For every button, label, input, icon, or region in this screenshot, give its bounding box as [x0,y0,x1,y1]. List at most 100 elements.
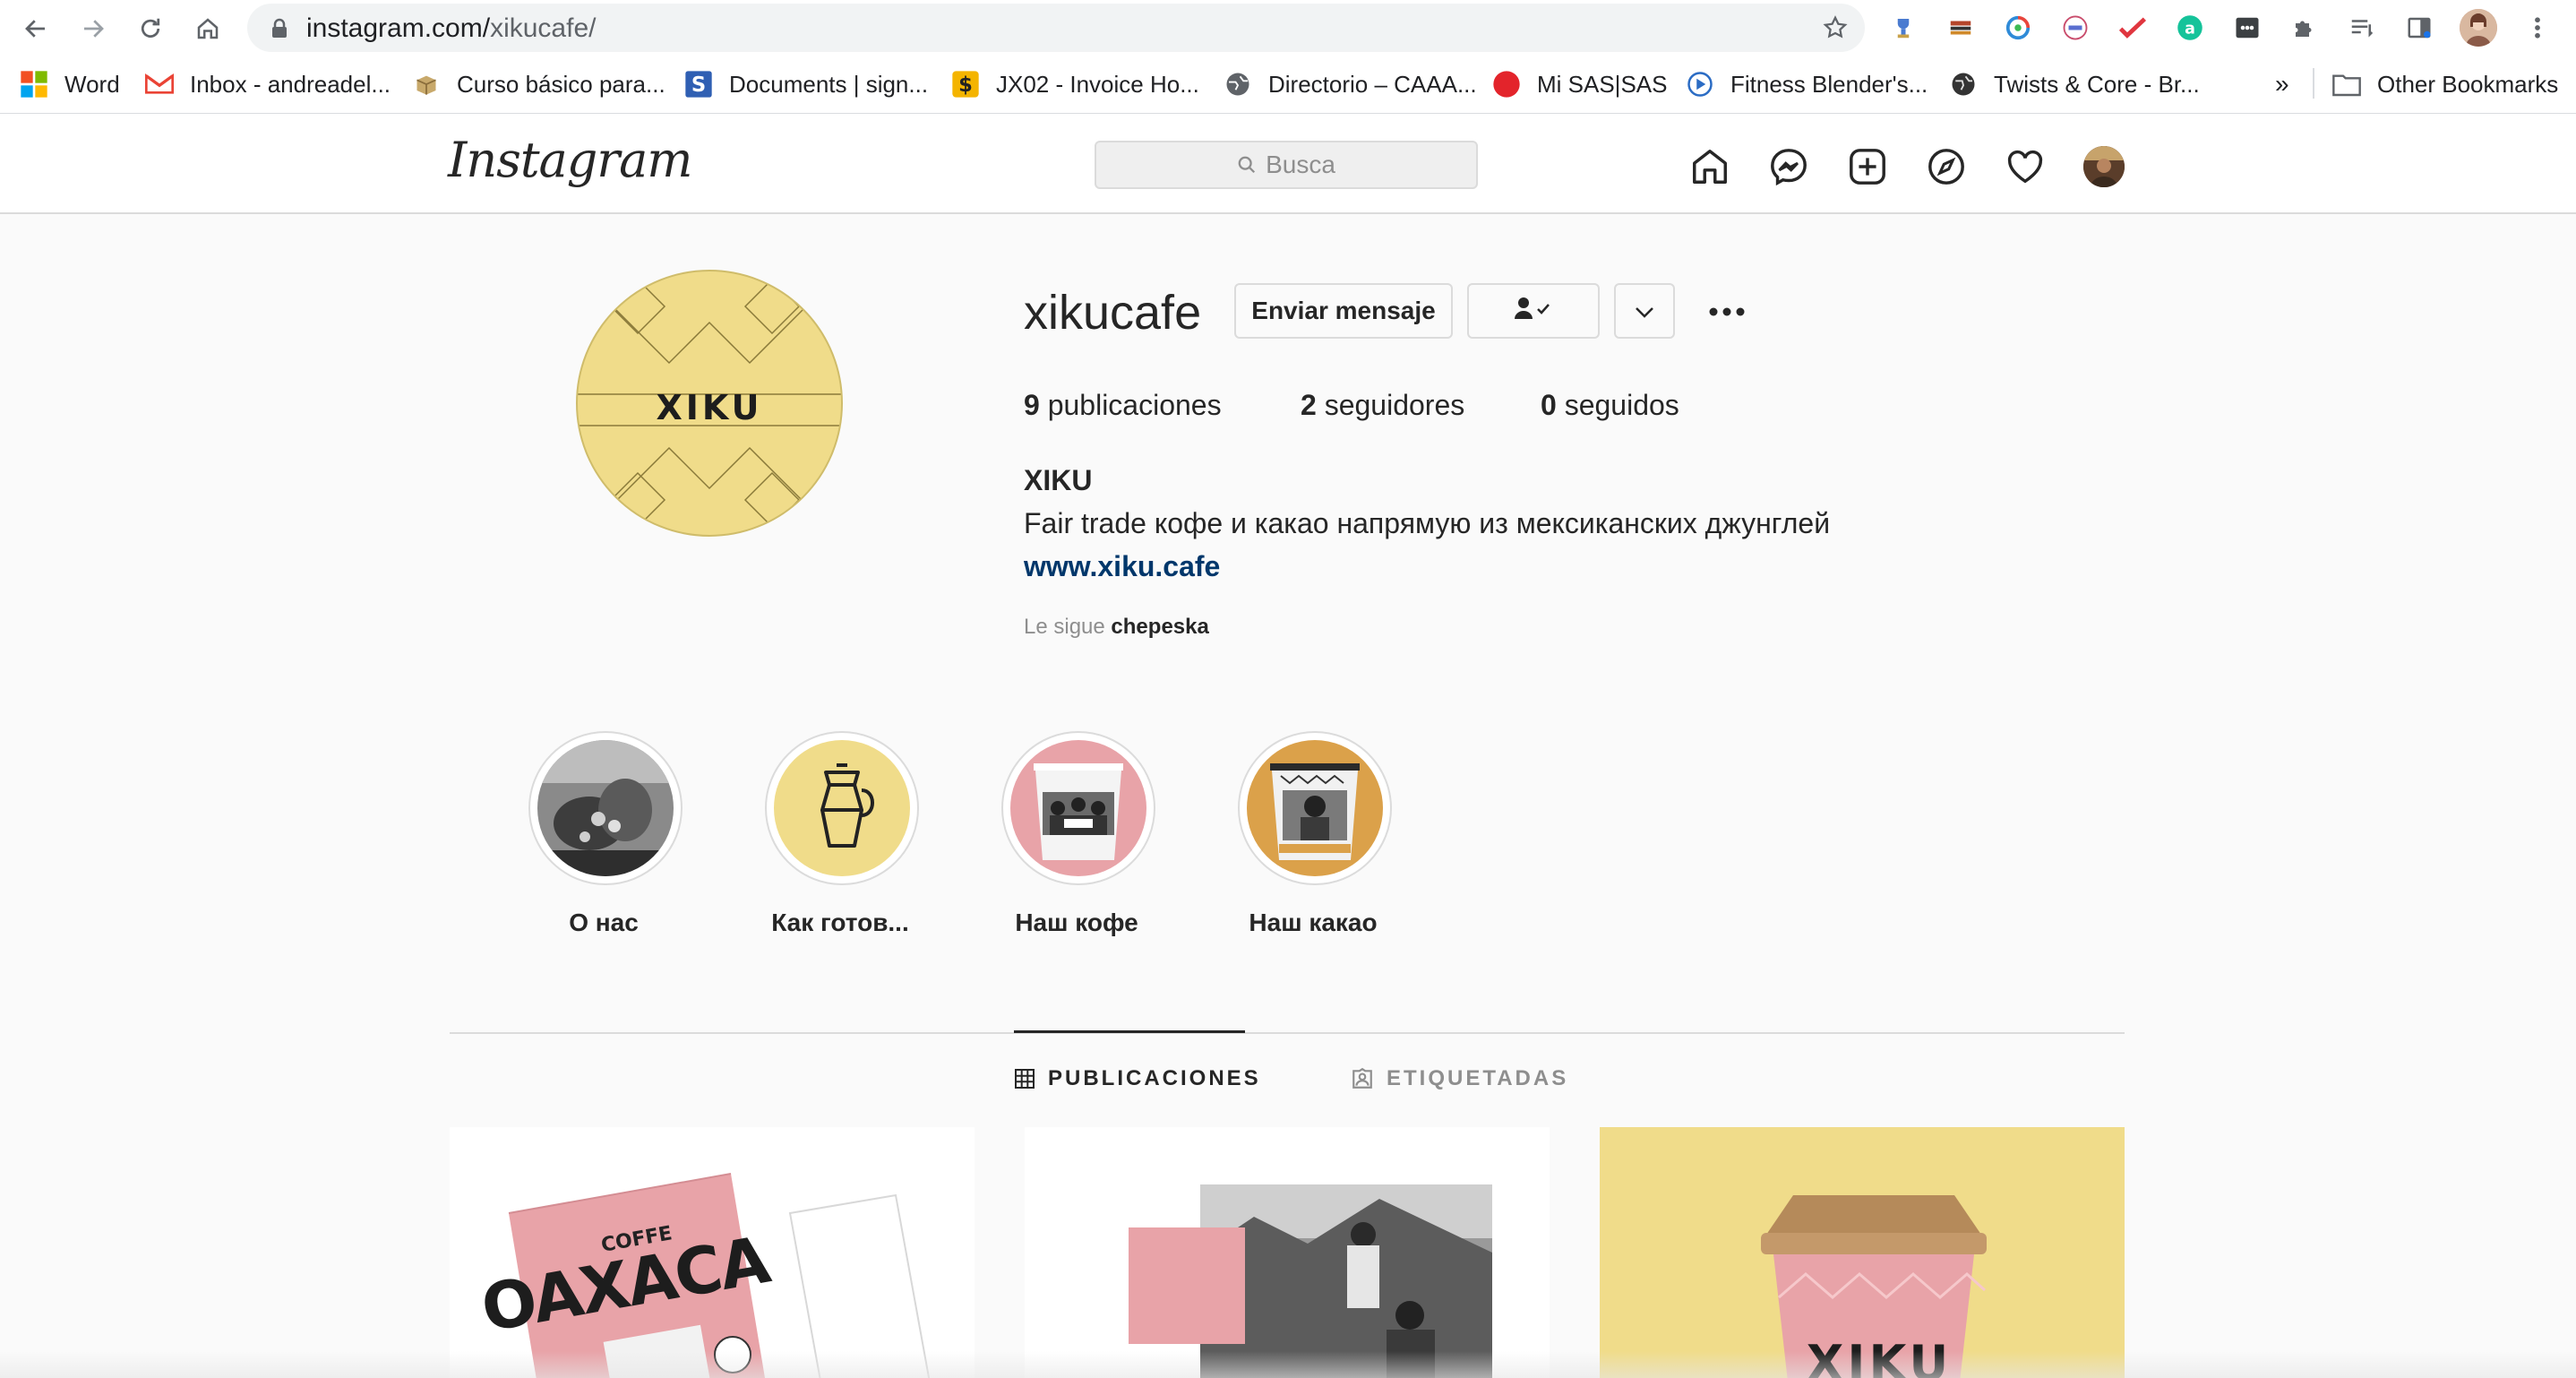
highlight-label: Наш какао [1249,909,1378,936]
explore-icon[interactable] [1924,144,1969,189]
profile-full-name: XIKU [1024,464,1093,496]
bookmarks-bar: Word Inbox - andreadel... Curso básico p… [0,56,2576,114]
bookmark-fitness[interactable]: Fitness Blender's... [1686,66,1928,102]
send-message-label: Enviar mensaje [1251,297,1436,324]
person-check-icon [1513,296,1554,327]
bookmarks-overflow-button[interactable]: » [2275,66,2289,102]
dollar-icon: $ [951,70,980,99]
box-icon [412,70,441,99]
posts-count: 9 publicaciones [1024,389,1222,422]
reading-list-icon[interactable] [2347,13,2377,43]
bookmark-inbox[interactable]: Inbox - andreadel... [145,66,391,102]
forward-icon[interactable] [75,11,111,47]
followers-count-label: seguidores [1324,389,1465,421]
highlight-about[interactable]: О нас [528,731,690,937]
followed-by: Le sigue chepeska [1024,615,1209,640]
bookmark-twists[interactable]: Twists & Core - Br... [1949,66,2200,102]
bookmark-label: Word [64,70,120,98]
highlight-our-cacao[interactable]: Наш какао [1238,731,1399,937]
bookmark-curso[interactable]: Curso básico para... [412,66,665,102]
posts-count-value: 9 [1024,389,1040,421]
suggestions-dropdown-button[interactable] [1614,283,1675,339]
extension-check-icon[interactable] [2117,13,2148,43]
svg-text:$: $ [958,73,973,97]
tab-posts-label: PUBLICACIONES [1048,1066,1261,1090]
following-count[interactable]: 0 seguidos [1541,389,1679,422]
bookmark-invoice[interactable]: $ JX02 - Invoice Ho... [951,66,1199,102]
bookmark-label: Fitness Blender's... [1730,70,1928,98]
extension-toolbox-icon[interactable] [1945,13,1976,43]
tab-tagged-label: ETIQUETADAS [1387,1066,1569,1090]
extension-trophy-icon[interactable] [1888,13,1919,43]
bookmark-label: Twists & Core - Br... [1994,70,2200,98]
post-thumbnail[interactable]: XIKU [1600,1127,2125,1378]
highlight-how-to-brew[interactable]: Как готов... [765,731,926,937]
posts-count-label: publicaciones [1047,389,1222,421]
post-thumbnail[interactable]: COFFE OAXACA [450,1127,975,1378]
highlight-our-coffee[interactable]: Наш кофе [1001,731,1163,937]
url-text: instagram.com/xikucafe/ [306,13,597,43]
address-bar[interactable]: instagram.com/xikucafe/ [247,4,1865,52]
bookmark-label: JX02 - Invoice Ho... [996,70,1199,98]
profile-username: xikucafe [1024,286,1202,340]
extension-grammarly-icon[interactable]: a [2175,13,2205,43]
other-bookmarks[interactable]: Other Bookmarks [2332,66,2558,102]
following-button[interactable] [1467,283,1600,339]
extension-dots-box-icon[interactable] [2232,13,2263,43]
instagram-logo[interactable]: Instagram [448,132,692,188]
bookmark-label: Directorio – CAAA... [1268,70,1477,98]
active-tab-indicator [1014,1030,1245,1033]
bookmark-word[interactable]: Word [20,66,120,102]
more-options-icon[interactable] [1707,299,1747,324]
bookmark-directorio[interactable]: Directorio – CAAA... [1224,66,1477,102]
tab-tagged[interactable]: ETIQUETADAS [1351,1066,1568,1091]
post-thumbnail[interactable] [1025,1127,1550,1378]
signnow-icon: S [684,70,713,99]
back-icon[interactable] [18,11,54,47]
fitness-icon [1686,70,1714,99]
bookmark-documents[interactable]: S Documents | sign... [684,66,928,102]
menu-dots-icon[interactable] [2522,13,2553,43]
send-message-button[interactable]: Enviar mensaje [1234,283,1453,339]
search-placeholder: Busca [1266,151,1335,178]
bookmark-label: Inbox - andreadel... [190,70,391,98]
folder-icon [2332,70,2361,99]
extension-badge-icon[interactable] [2060,13,2091,43]
profile-website-link[interactable]: www.xiku.cafe [1024,550,1220,583]
search-input[interactable]: Busca [1095,141,1478,189]
globe-dark-icon [1949,70,1978,99]
followers-count[interactable]: 2 seguidores [1301,389,1464,422]
followers-count-value: 2 [1301,389,1317,421]
following-count-label: seguidos [1564,389,1679,421]
messenger-icon[interactable] [1766,144,1811,189]
followed-by-user-link[interactable]: chepeska [1111,615,1208,639]
highlight-label: О нас [569,909,639,936]
side-panel-icon[interactable] [2404,13,2434,43]
followed-by-prefix: Le sigue [1024,615,1105,639]
highlight-cover [1238,731,1392,885]
extension-color-circle-icon[interactable] [2003,13,2033,43]
tab-posts[interactable]: PUBLICACIONES [1014,1066,1261,1091]
svg-text:a: a [2185,20,2195,38]
profile-avatar-icon[interactable] [2460,9,2497,47]
home-icon[interactable] [1687,144,1732,189]
other-bookmarks-label: Other Bookmarks [2377,70,2559,98]
puzzle-icon[interactable] [2289,13,2320,43]
new-post-icon[interactable] [1845,144,1890,189]
highlight-cover [528,731,683,885]
bookmark-star-icon[interactable] [1822,14,1849,46]
svg-text:S: S [691,73,706,97]
avatar-logo-text: XIKU [656,388,762,427]
globe-icon [1224,70,1252,99]
heart-icon[interactable] [2003,144,2048,189]
overflow-label: » [2275,70,2289,98]
reload-icon[interactable] [133,11,168,47]
profile-bio: Fair trade кофе и какао напрямую из мекс… [1024,507,1831,539]
bookmark-mi-sas[interactable]: Mi SAS|SAS [1492,66,1667,102]
profile-avatar[interactable]: XIKU [575,269,844,538]
home-icon[interactable] [190,11,226,47]
bookmark-label: Mi SAS|SAS [1537,70,1668,98]
user-avatar-icon[interactable] [2083,146,2125,187]
lock-icon [270,18,288,44]
following-count-value: 0 [1541,389,1557,421]
